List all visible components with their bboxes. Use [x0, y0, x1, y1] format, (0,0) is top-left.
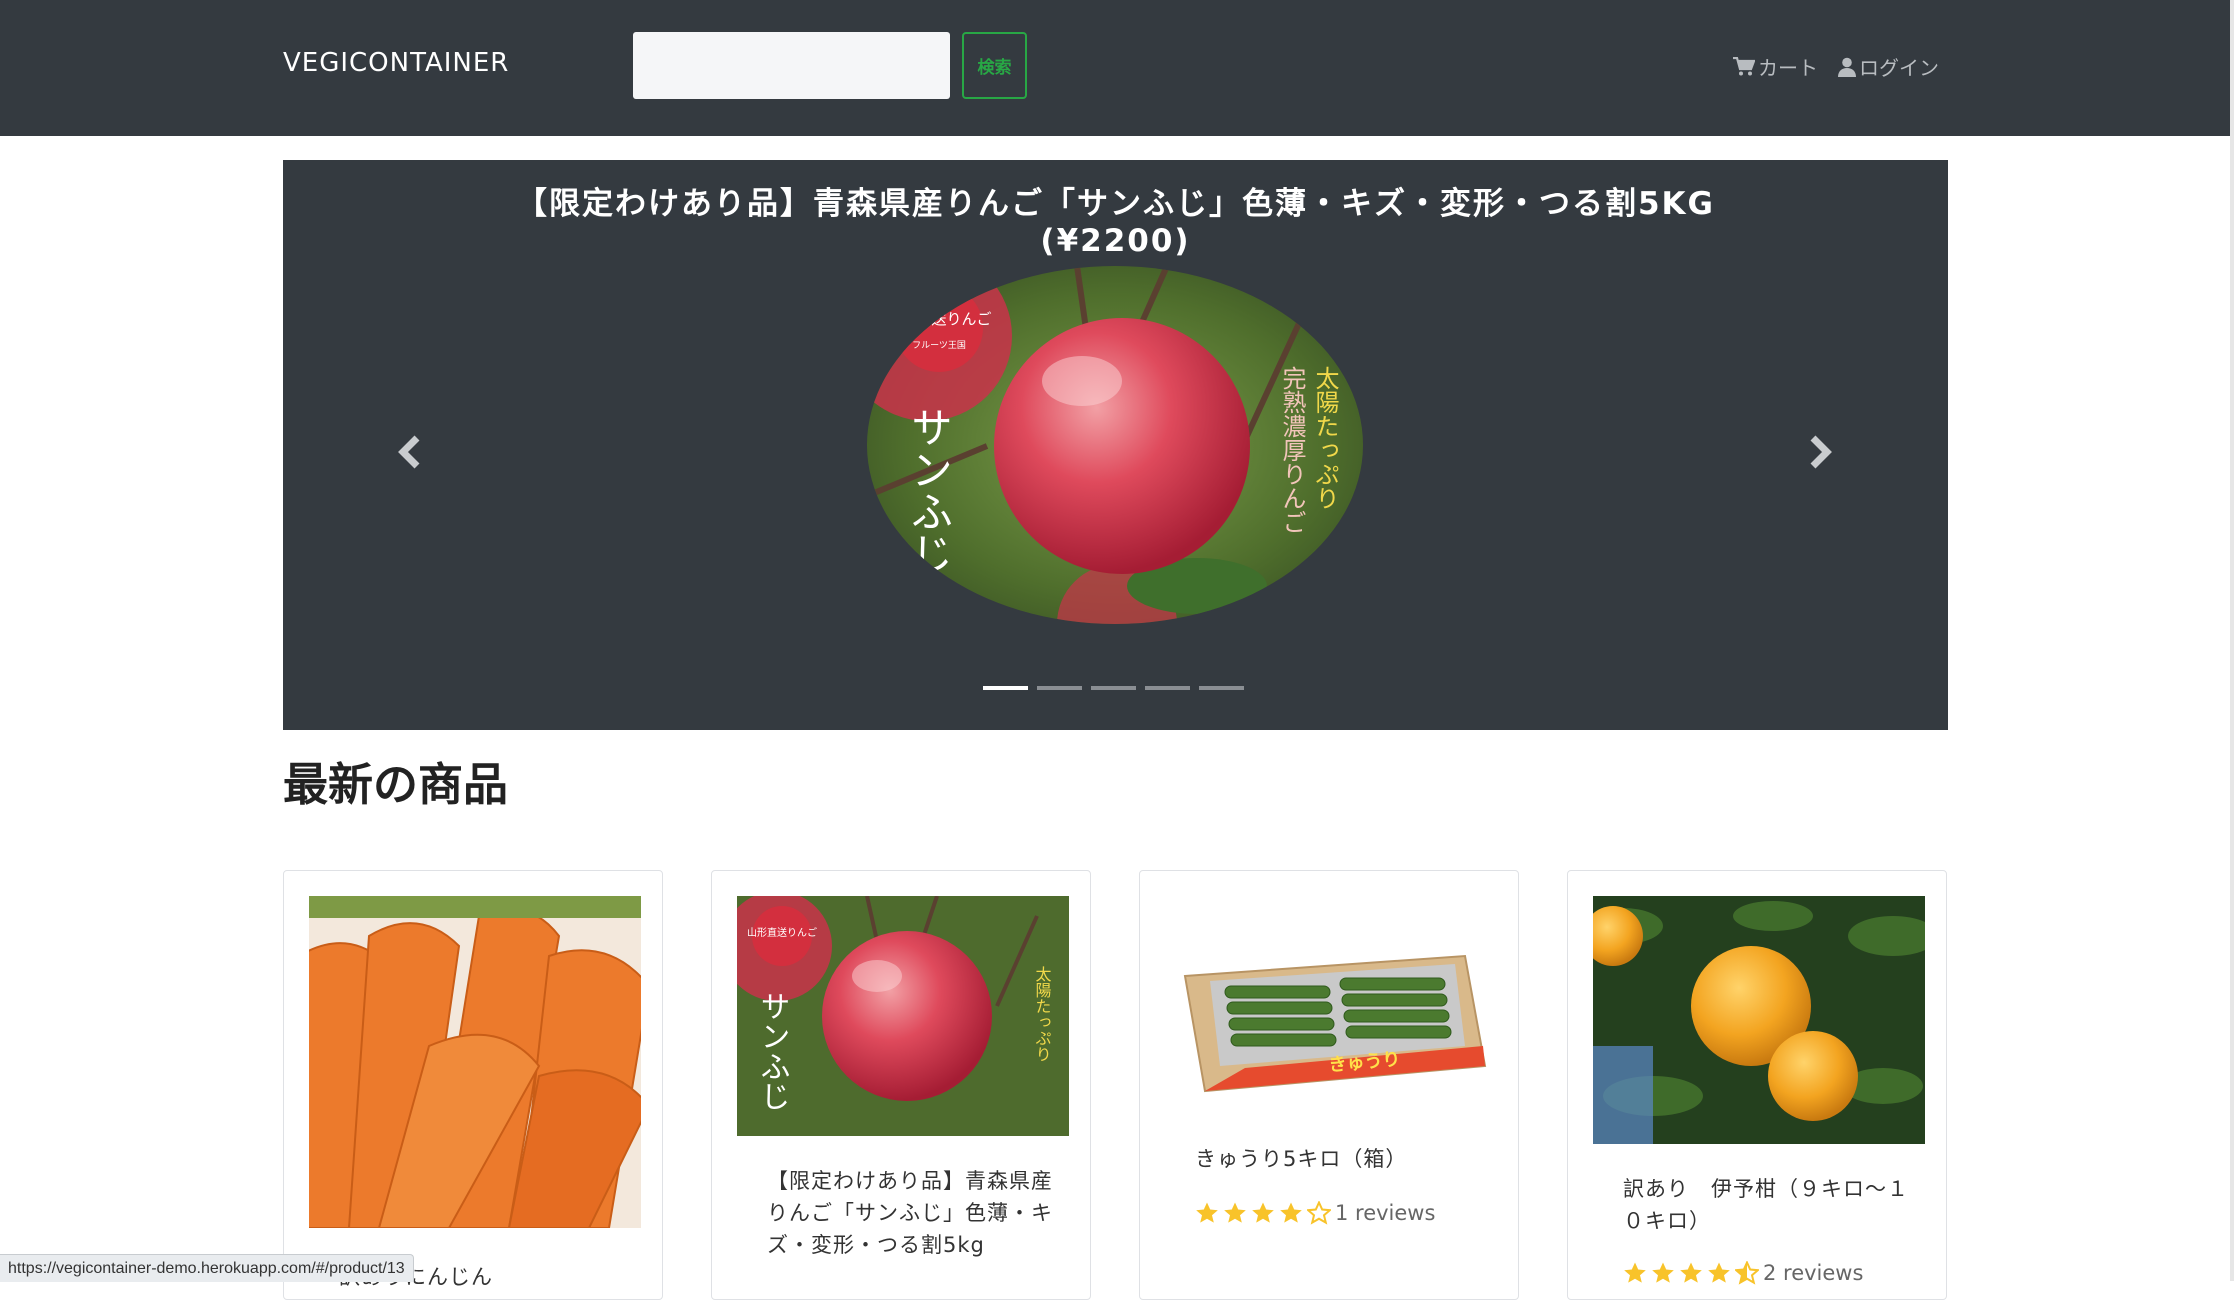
product-name[interactable]: 【限定わけあり品】青森県産りんご「サンふじ」色薄・キズ・変形・つる割5kg [767, 1165, 1057, 1261]
cart-label: カート [1758, 56, 1818, 80]
image-vertical-left: サンふじ [905, 406, 954, 574]
star-full-icon [1280, 1202, 1302, 1223]
star-half-icon [1735, 1261, 1759, 1285]
carousel-next-button[interactable] [1801, 422, 1841, 482]
search-input[interactable] [633, 32, 950, 99]
search-button[interactable]: 検索 [962, 32, 1027, 99]
carousel-indicators [983, 686, 1244, 690]
star-full-icon [1652, 1262, 1674, 1283]
image-vertical-left: サンふじ [755, 991, 790, 1111]
image-badge-text: 山形直送りんご [747, 926, 817, 939]
image-badge-text: 山形直送りんご [886, 310, 991, 328]
product-card-apple[interactable]: 山形直送りんご サンふじ 太陽たっぷり 【限定わけあり品】青森県産りんご「サンふ… [711, 870, 1091, 1300]
star-full-icon [1252, 1202, 1274, 1223]
slide-title[interactable]: 【限定わけあり品】青森県産りんご「サンふじ」色薄・キズ・変形・つる割5KG (¥… [463, 186, 1768, 260]
rating-stars: 2 reviews [1623, 1261, 1863, 1285]
carousel-indicator[interactable] [1145, 686, 1190, 690]
review-count: 2 reviews [1763, 1261, 1864, 1285]
product-name[interactable]: きゅうり5キロ（箱） [1195, 1143, 1485, 1175]
chevron-left-icon [389, 435, 429, 486]
user-icon [1838, 57, 1856, 77]
image-vertical-right-2: 完熟濃厚りんご [1278, 366, 1306, 534]
carousel-indicator[interactable] [1037, 686, 1082, 690]
product-image-apple[interactable]: 山形直送りんご サンふじ 太陽たっぷり [737, 896, 1069, 1136]
star-full-icon [1624, 1262, 1646, 1283]
star-full-icon [1224, 1202, 1246, 1223]
product-card-iyokan[interactable]: 訳あり 伊予柑（９キロ～１０キロ） 2 reviews [1567, 870, 1947, 1300]
carousel-indicator[interactable] [983, 686, 1028, 690]
product-card-cucumber[interactable]: きゅうり きゅうり5キロ（箱） 1 reviews [1139, 870, 1519, 1300]
chevron-right-icon [1801, 435, 1841, 486]
star-empty-icon [1307, 1201, 1331, 1225]
star-full-icon [1680, 1262, 1702, 1283]
review-count: 1 reviews [1335, 1201, 1436, 1225]
cart-link[interactable]: カート [1733, 52, 1818, 81]
product-carousel: 【限定わけあり品】青森県産りんご「サンふじ」色薄・キズ・変形・つる割5KG (¥… [283, 160, 1948, 730]
carousel-indicator[interactable] [1091, 686, 1136, 690]
navbar: VEGICONTAINER 検索 カート ログイン [0, 0, 2230, 136]
product-image-carrot[interactable] [309, 896, 641, 1228]
product-card-carrot[interactable]: 訳ありにんじん [283, 870, 663, 1300]
section-title-latest-products: 最新の商品 [283, 758, 509, 811]
star-full-icon [1708, 1262, 1730, 1283]
product-name[interactable]: 訳あり 伊予柑（９キロ～１０キロ） [1623, 1173, 1913, 1237]
product-image-cucumber[interactable]: きゅうり [1165, 896, 1497, 1116]
image-vertical-right-1: 太陽たっぷり [1033, 966, 1052, 1062]
status-bar-url: https://vegicontainer-demo.herokuapp.com… [0, 1254, 414, 1282]
brand-logo[interactable]: VEGICONTAINER [283, 48, 509, 78]
cart-icon [1733, 56, 1755, 77]
star-full-icon [1196, 1202, 1218, 1223]
carousel-prev-button[interactable] [389, 422, 429, 482]
login-label: ログイン [1859, 56, 1939, 80]
scrollbar-track[interactable] [2230, 0, 2234, 1281]
image-vertical-right-1: 太陽たっぷり [1311, 366, 1339, 510]
image-badge-sub: フルーツ王国 [912, 340, 966, 351]
slide-image-apple[interactable]: 山形直送りんご フルーツ王国 サンふじ 太陽たっぷり 完熟濃厚りんご [867, 266, 1363, 624]
login-link[interactable]: ログイン [1838, 52, 1939, 81]
product-image-iyokan[interactable] [1593, 896, 1925, 1144]
carousel-indicator[interactable] [1199, 686, 1244, 690]
rating-stars: 1 reviews [1195, 1201, 1435, 1225]
